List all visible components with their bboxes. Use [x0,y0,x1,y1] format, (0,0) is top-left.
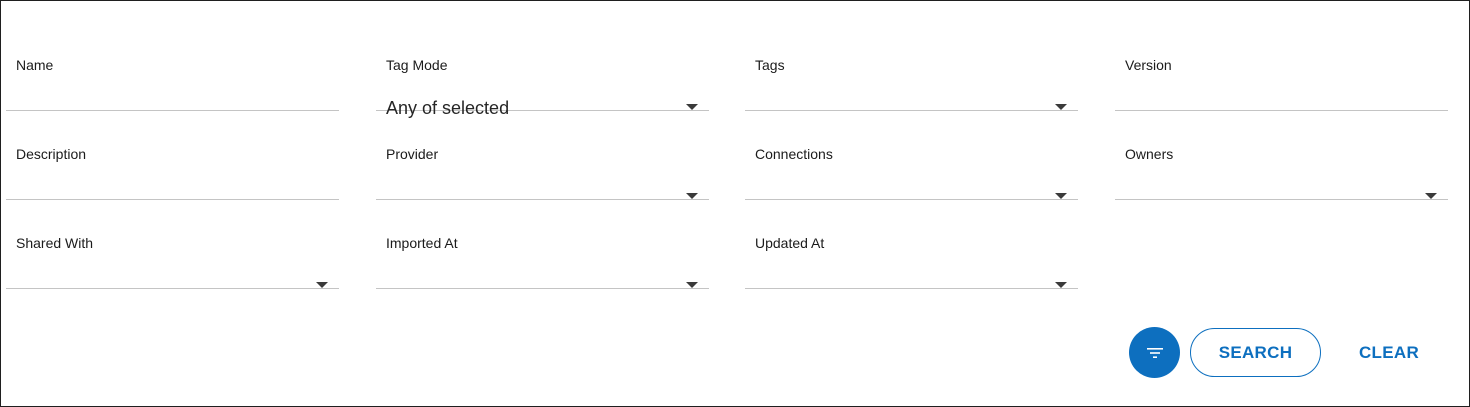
version-label: Version [1125,57,1172,73]
chevron-down-icon[interactable] [686,193,698,199]
owners-select[interactable]: Owners [1115,111,1448,200]
name-field[interactable]: Name [6,22,339,111]
imported-at-label: Imported At [386,235,458,251]
connections-label: Connections [755,146,833,162]
tag-mode-label: Tag Mode [386,57,448,73]
provider-select[interactable]: Provider [376,111,709,200]
version-input[interactable] [1115,86,1448,108]
updated-at-select[interactable]: Updated At [745,200,1078,289]
filter-toggle-button[interactable] [1129,327,1180,378]
description-label: Description [16,146,87,162]
chevron-down-icon[interactable] [1055,282,1067,288]
search-button[interactable]: SEARCH [1190,328,1321,377]
filter-icon [1146,347,1163,358]
description-field[interactable]: Description [6,111,339,200]
version-field[interactable]: Version [1115,22,1448,111]
name-label: Name [16,57,54,73]
shared-with-select[interactable]: Shared With [6,200,339,289]
shared-with-label: Shared With [16,235,94,251]
tags-label: Tags [755,57,785,73]
description-input[interactable] [6,175,339,197]
name-input[interactable] [6,86,339,108]
clear-button[interactable]: CLEAR [1341,328,1437,377]
updated-at-label: Updated At [755,235,825,251]
chevron-down-icon[interactable] [1055,193,1067,199]
search-filter-panel: Name Tag Mode Any of selected Tags Versi… [0,0,1470,407]
tags-select[interactable]: Tags [745,22,1078,111]
chevron-down-icon[interactable] [686,104,698,110]
provider-label: Provider [386,146,439,162]
chevron-down-icon[interactable] [1055,104,1067,110]
tag-mode-select[interactable]: Tag Mode Any of selected [376,22,709,118]
chevron-down-icon[interactable] [686,282,698,288]
connections-select[interactable]: Connections [745,111,1078,200]
imported-at-select[interactable]: Imported At [376,200,709,289]
chevron-down-icon[interactable] [316,282,328,288]
owners-label: Owners [1125,146,1174,162]
chevron-down-icon[interactable] [1425,193,1437,199]
